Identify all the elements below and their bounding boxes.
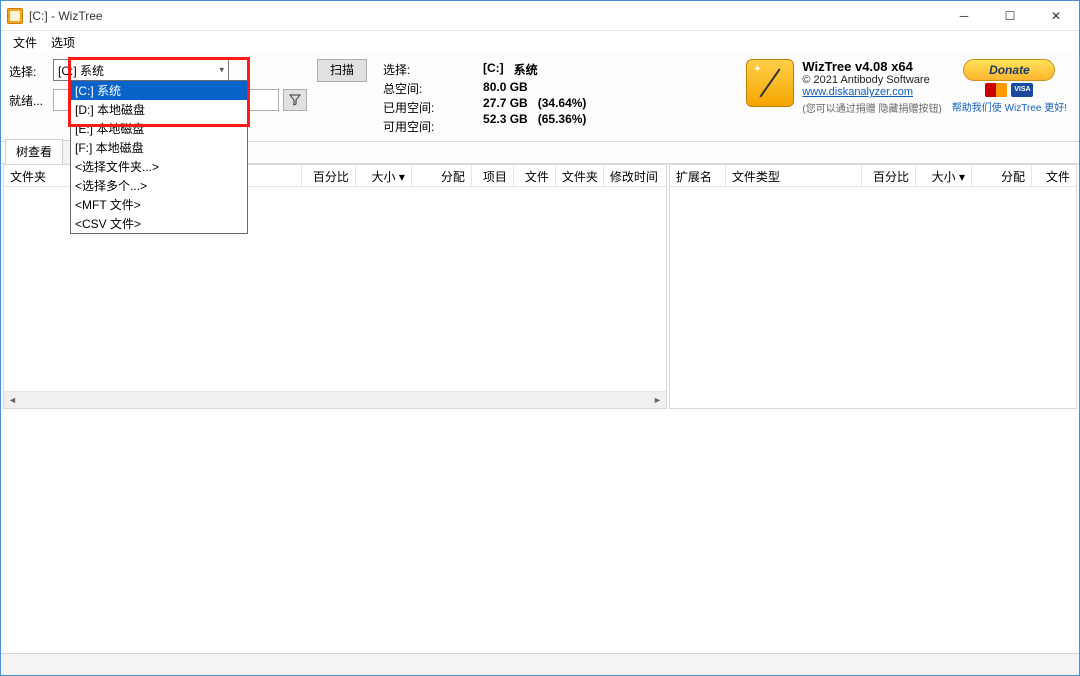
info-select-label: 选择: <box>383 61 433 78</box>
col-ext[interactable]: 扩展名 <box>670 165 726 186</box>
info-total-label: 总空间: <box>383 80 433 97</box>
drive-option[interactable]: <MFT 文件> <box>71 195 247 214</box>
visa-icon: VISA <box>1011 83 1033 97</box>
col-size-r[interactable]: 大小 ▾ <box>916 165 972 186</box>
col-alloc[interactable]: 分配 <box>412 165 472 186</box>
col-size[interactable]: 大小 ▾ <box>356 165 412 186</box>
app-icon <box>7 8 23 24</box>
col-files-r[interactable]: 文件 <box>1032 165 1076 186</box>
donate-button[interactable]: Donate <box>963 59 1055 81</box>
menubar: 文件 选项 <box>1 31 1079 53</box>
drive-select[interactable]: [C:] 系统 ▾ <box>53 59 229 81</box>
drive-option[interactable]: [E:] 本地磁盘 <box>71 119 247 138</box>
titlebar: [C:] - WizTree ─ ☐ ✕ <box>1 1 1079 31</box>
drive-dropdown-list[interactable]: [C:] 系统 [D:] 本地磁盘 [E:] 本地磁盘 [F:] 本地磁盘 <选… <box>70 80 248 234</box>
menu-file[interactable]: 文件 <box>7 32 43 53</box>
minimize-button[interactable]: ─ <box>941 1 987 30</box>
donate-box: Donate VISA 帮助我们使 WizTree 更好! <box>952 59 1071 114</box>
scroll-right-icon[interactable]: ► <box>649 391 666 408</box>
drive-option[interactable]: [C:] 系统 <box>71 81 247 100</box>
tree-hscroll[interactable]: ◄ ► <box>4 391 666 408</box>
info-used-label: 已用空间: <box>383 99 433 116</box>
drive-option[interactable]: <CSV 文件> <box>71 214 247 233</box>
maximize-button[interactable]: ☐ <box>987 1 1033 30</box>
mastercard-icon <box>985 83 1007 97</box>
donate-message: 帮助我们使 WizTree 更好! <box>952 99 1067 114</box>
info-sel-name: 系统 <box>514 61 538 78</box>
drive-option[interactable]: [F:] 本地磁盘 <box>71 138 247 157</box>
col-folders[interactable]: 文件夹 <box>556 165 604 186</box>
statusbar <box>1 653 1079 675</box>
select-label: 选择: <box>9 59 43 80</box>
chevron-down-icon: ▾ <box>219 65 224 76</box>
filter-icon <box>289 94 301 106</box>
drive-option[interactable]: [D:] 本地磁盘 <box>71 100 247 119</box>
brand-title: WizTree v4.08 x64 <box>802 59 941 74</box>
brand-url[interactable]: www.diskanalyzer.com <box>802 86 941 98</box>
wiztree-logo-icon <box>746 59 794 107</box>
window-title: [C:] - WizTree <box>29 9 941 23</box>
info-free-val: 52.3 GB <box>483 112 528 126</box>
col-percent-r[interactable]: 百分比 <box>862 165 916 186</box>
col-files[interactable]: 文件 <box>514 165 556 186</box>
info-free-pct: (65.36%) <box>538 112 587 126</box>
scroll-left-icon[interactable]: ◄ <box>4 391 21 408</box>
sort-chevron-icon: ▾ <box>959 170 965 184</box>
brand-copyright: © 2021 Antibody Software <box>802 74 941 86</box>
treemap-area <box>1 409 1079 654</box>
col-modified[interactable]: 修改时间 <box>604 165 666 186</box>
close-button[interactable]: ✕ <box>1033 1 1079 30</box>
info-used-pct: (34.64%) <box>538 96 587 110</box>
sort-chevron-icon: ▾ <box>399 170 405 184</box>
menu-options[interactable]: 选项 <box>45 32 81 53</box>
brand-hint: (您可以通过捐赠 隐藏捐赠按钮) <box>802 100 941 115</box>
col-percent[interactable]: 百分比 <box>302 165 356 186</box>
info-free-label: 可用空间: <box>383 118 433 135</box>
drive-option[interactable]: <选择文件夹...> <box>71 157 247 176</box>
col-items[interactable]: 项目 <box>472 165 514 186</box>
ext-body[interactable] <box>670 187 1076 408</box>
info-used-val: 27.7 GB <box>483 96 528 110</box>
ready-label: 就绪... <box>9 88 43 109</box>
drive-info-values: [C:] 系统 80.0 GB 27.7 GB (34.64%) 52.3 GB (6… <box>483 61 586 126</box>
info-total-val: 80.0 GB <box>483 80 528 94</box>
col-alloc-r[interactable]: 分配 <box>972 165 1032 186</box>
info-sel-drive: [C:] <box>483 61 504 78</box>
scan-button[interactable]: 扫描 <box>317 59 367 82</box>
drive-select-value: [C:] 系统 <box>58 62 104 79</box>
brand-box: WizTree v4.08 x64 © 2021 Antibody Softwa… <box>746 59 941 115</box>
tab-tree-view[interactable]: 树查看 <box>5 139 63 164</box>
filter-button[interactable] <box>283 89 307 111</box>
col-type[interactable]: 文件类型 <box>726 165 862 186</box>
toolbar: 选择: 就绪... [C:] 系统 ▾ 扫描 选择: 总空间: 已用空间: 可用… <box>1 53 1079 142</box>
drive-option[interactable]: <选择多个...> <box>71 176 247 195</box>
ext-pane: 扩展名 文件类型 百分比 大小 ▾ 分配 文件 <box>669 164 1077 409</box>
drive-info: 选择: 总空间: 已用空间: 可用空间: <box>383 61 433 135</box>
